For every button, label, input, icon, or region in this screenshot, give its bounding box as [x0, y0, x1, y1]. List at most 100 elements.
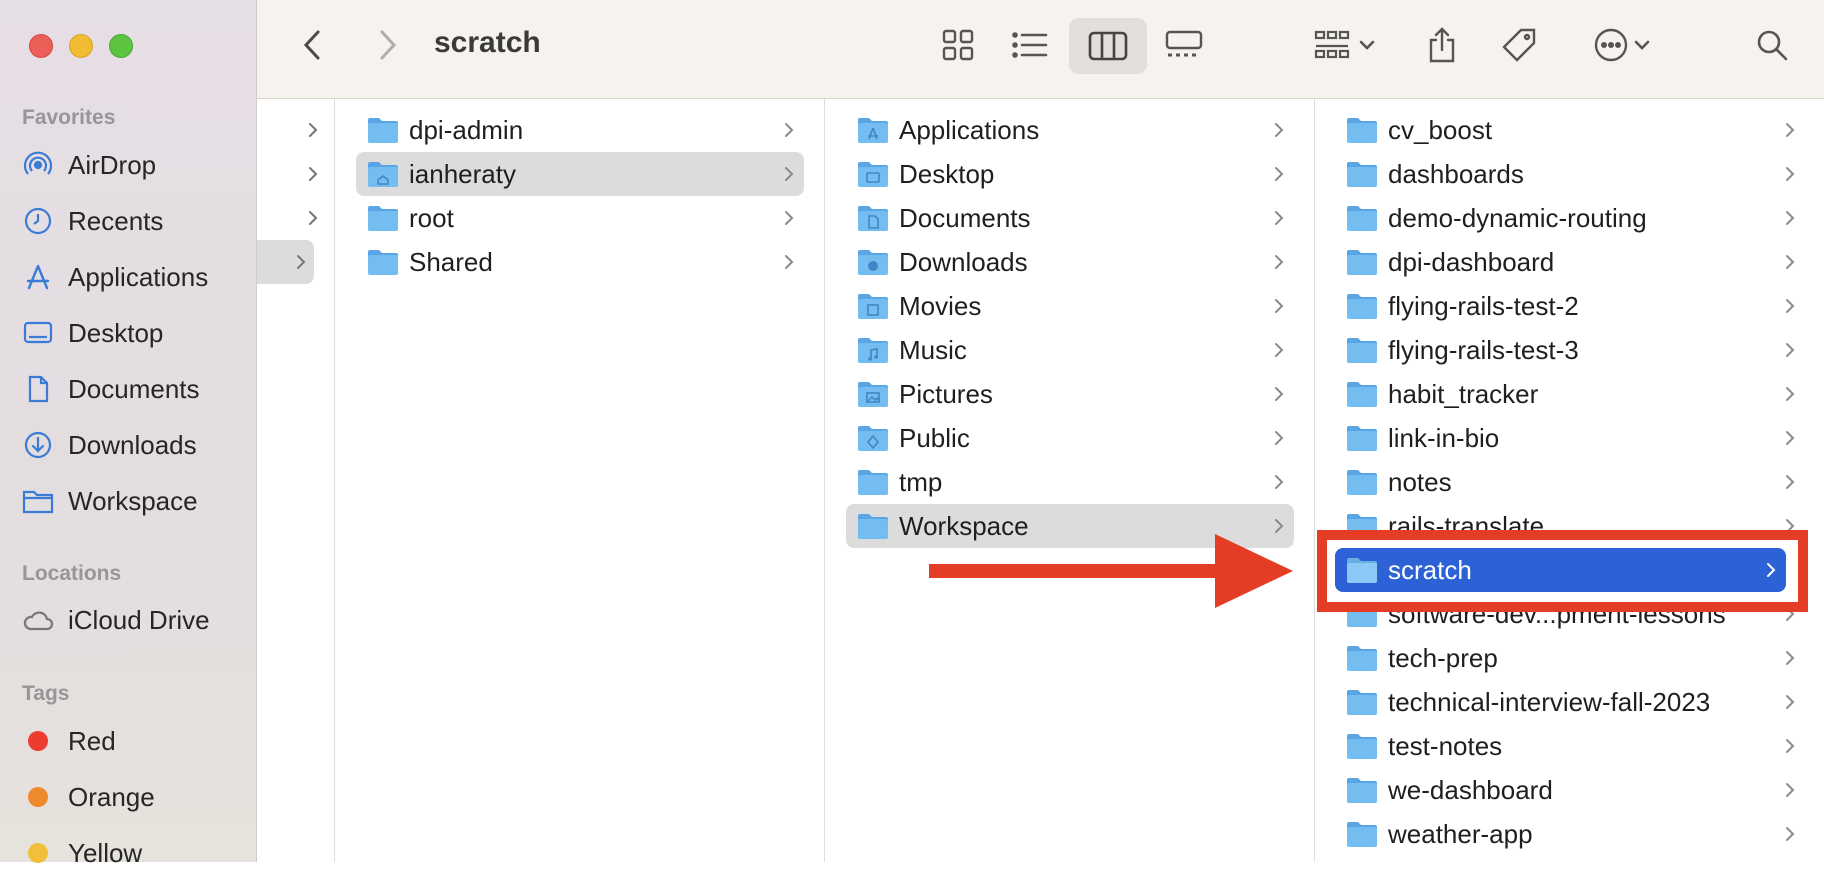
list-item-scratch[interactable]: scratch [1335, 548, 1786, 592]
item-label: link-in-bio [1388, 422, 1500, 453]
list-item-dashboards[interactable]: dashboards [1335, 152, 1805, 196]
item-label: Applications [899, 114, 1040, 145]
folder-icon [366, 203, 400, 233]
folder-icon [366, 115, 400, 145]
column-view-button[interactable] [1069, 18, 1147, 74]
sidebar-item-downloads[interactable]: Downloads [22, 425, 197, 465]
chevron-right-icon [308, 152, 318, 196]
sidebar-item-icloud-drive[interactable]: iCloud Drive [22, 600, 210, 640]
item-label: dpi-dashboard [1388, 246, 1555, 277]
list-item-technical-interview-fall-2023[interactable]: technical-interview-fall-2023 [1335, 680, 1805, 724]
sidebar-item-recents[interactable]: Recents [22, 201, 163, 241]
tag-button[interactable] [1494, 20, 1544, 70]
folder-icon [1345, 159, 1379, 189]
tag-icon [1502, 28, 1536, 62]
close-window-button[interactable] [29, 34, 53, 58]
chevron-right-icon [1274, 416, 1284, 460]
sidebar-item-label: Downloads [68, 429, 197, 460]
list-item-applications[interactable]: Applications [846, 108, 1294, 152]
list-item-flying-rails-test-3[interactable]: flying-rails-test-3 [1335, 328, 1805, 372]
list-item-downloads[interactable]: Downloads [846, 240, 1294, 284]
list-item-weather-app[interactable]: weather-app [1335, 812, 1805, 856]
sidebar-tag-red[interactable]: Red [22, 721, 116, 761]
list-item-cv-boost[interactable]: cv_boost [1335, 108, 1805, 152]
favorites-heading: Favorites [22, 106, 116, 129]
folder-icon [366, 247, 400, 277]
chevron-down-icon [1634, 40, 1650, 50]
list-item-link-in-bio[interactable]: link-in-bio [1335, 416, 1805, 460]
chevron-right-icon [1785, 108, 1795, 152]
ellipsis-circle-icon [1594, 28, 1628, 62]
list-view-button[interactable] [1000, 20, 1060, 70]
list-item-pictures[interactable]: Pictures [846, 372, 1294, 416]
chevron-right-icon [784, 240, 794, 284]
list-item-tmp[interactable]: tmp [846, 460, 1294, 504]
sidebar-tag-yellow[interactable]: Yellow [22, 833, 142, 873]
share-icon [1429, 27, 1455, 63]
downloads-folder-icon [856, 247, 890, 277]
more-actions-button[interactable] [1582, 20, 1662, 70]
chevron-right-icon [1785, 416, 1795, 460]
download-icon [22, 429, 54, 461]
gallery-view-button[interactable] [1154, 20, 1214, 70]
minimize-window-button[interactable] [69, 34, 93, 58]
chevron-right-icon [1785, 328, 1795, 372]
sidebar-item-label: Yellow [68, 837, 143, 868]
list-item-demo-dynamic-routing[interactable]: demo-dynamic-routing [1335, 196, 1805, 240]
sidebar-item-applications[interactable]: Applications [22, 257, 208, 297]
icon-view-button[interactable] [928, 20, 988, 70]
search-button[interactable] [1747, 20, 1797, 70]
documents-folder-icon [856, 203, 890, 233]
share-button[interactable] [1417, 20, 1467, 70]
list-item-flying-rails-test-2[interactable]: flying-rails-test-2 [1335, 284, 1805, 328]
zoom-window-button[interactable] [109, 34, 133, 58]
sidebar-item-documents[interactable]: Documents [22, 369, 200, 409]
list-item-tech-prep[interactable]: tech-prep [1335, 636, 1805, 680]
cloud-icon [22, 604, 54, 636]
forward-button[interactable] [367, 20, 407, 70]
list-item-habit-tracker[interactable]: habit_tracker [1335, 372, 1805, 416]
list-item[interactable] [257, 196, 334, 240]
item-label: cv_boost [1388, 114, 1493, 145]
folder-icon [1345, 467, 1379, 497]
list-item-notes[interactable]: notes [1335, 460, 1805, 504]
sidebar-item-desktop[interactable]: Desktop [22, 313, 163, 353]
sidebar-item-label: AirDrop [68, 149, 157, 180]
item-label: Desktop [899, 158, 995, 189]
list-item-music[interactable]: Music [846, 328, 1294, 372]
home-folder-icon [366, 159, 400, 189]
list-item-we-dashboard[interactable]: we-dashboard [1335, 768, 1805, 812]
list-item-shared[interactable]: Shared [356, 240, 804, 284]
list-item-root[interactable]: root [356, 196, 804, 240]
list-item-documents[interactable]: Documents [846, 196, 1294, 240]
item-label: flying-rails-test-3 [1388, 334, 1579, 365]
item-label: dpi-admin [409, 114, 524, 145]
list-item-desktop[interactable]: Desktop [846, 152, 1294, 196]
chevron-right-icon [1274, 196, 1284, 240]
sidebar-item-airdrop[interactable]: AirDrop [22, 145, 156, 185]
list-item-movies[interactable]: Movies [846, 284, 1294, 328]
group-by-button[interactable] [1307, 20, 1383, 70]
item-label: dashboards [1388, 158, 1524, 189]
folder-icon [1345, 335, 1379, 365]
list-item-ianheraty[interactable]: ianheraty [356, 152, 804, 196]
sidebar-item-label: iCloud Drive [68, 604, 210, 635]
browser-column-1 [257, 99, 335, 862]
list-item-test-notes[interactable]: test-notes [1335, 724, 1805, 768]
back-button[interactable] [293, 20, 333, 70]
list-item[interactable] [257, 108, 334, 152]
folder-icon [856, 467, 890, 497]
folder-icon [1345, 379, 1379, 409]
list-item-public[interactable]: Public [846, 416, 1294, 460]
sidebar: Favorites AirDrop Recents Applications D… [0, 0, 257, 868]
tag-color-dot [28, 843, 48, 863]
list-item-dpi-admin[interactable]: dpi-admin [356, 108, 804, 152]
locations-heading: Locations [22, 562, 122, 585]
sidebar-item-workspace[interactable]: Workspace [22, 481, 198, 521]
item-label: Public [899, 422, 970, 453]
list-item-selected[interactable] [257, 240, 314, 284]
sidebar-tag-orange[interactable]: Orange [22, 777, 155, 817]
list-item[interactable] [257, 152, 334, 196]
list-item-dpi-dashboard[interactable]: dpi-dashboard [1335, 240, 1805, 284]
browser-column-2: dpi-admin ianheraty root Shared [335, 99, 825, 862]
